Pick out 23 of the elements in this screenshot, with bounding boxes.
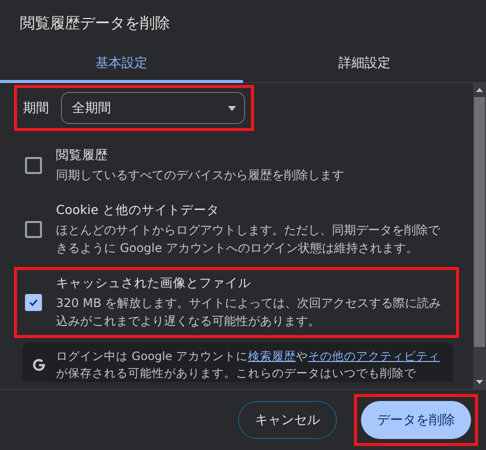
- option-title: 閲覧履歴: [56, 147, 109, 164]
- info-link[interactable]: その他のアクティビティ: [308, 349, 440, 363]
- checkbox[interactable]: [25, 221, 42, 238]
- checkbox[interactable]: [25, 294, 42, 311]
- info-link[interactable]: 検索履歴: [248, 349, 296, 363]
- dialog-title: 閲覧履歴データを削除: [19, 13, 171, 34]
- google-g-icon: [32, 358, 46, 372]
- info-text: ログイン中は Google アカウントに検索履歴やその他のアクティビティ が保存される可能性があります。これらのデータはいつでも削除で: [56, 348, 441, 382]
- option-title: Cookie と他のサイトデータ: [56, 202, 220, 219]
- cancel-button[interactable]: キャンセル: [238, 401, 337, 439]
- delete-button[interactable]: データを削除: [361, 401, 471, 439]
- option-description: ほとんどのサイトからログアウトします。ただし、同期データを削除できるように Google アカウントへのログイン状態は維持されます。: [56, 222, 442, 257]
- tab[interactable]: 詳細設定: [243, 44, 486, 83]
- tab[interactable]: 基本設定: [0, 44, 243, 83]
- period-label: 期間: [23, 100, 49, 117]
- checkbox[interactable]: [25, 157, 42, 174]
- option-description: 320 MB を解放します。サイトによっては、次回アクセスする際に読み込みがこれまでより遅くなる可能性があります。: [56, 295, 442, 330]
- scrollbar[interactable]: [473, 83, 486, 389]
- dropdown-arrow-icon: [228, 106, 236, 110]
- option-description: 同期しているすべてのデバイスから履歴を削除します: [56, 167, 344, 184]
- period-select[interactable]: 全期間: [61, 92, 245, 124]
- option-title: キャッシュされた画像とファイル: [56, 275, 252, 292]
- checkmark-icon: [29, 299, 38, 306]
